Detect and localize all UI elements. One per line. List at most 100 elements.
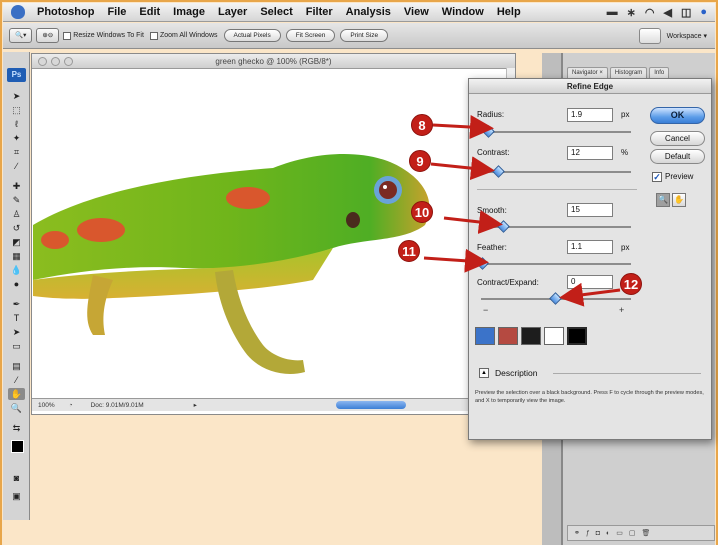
status-menu-icon[interactable]: ◔ — [69, 402, 73, 409]
mask-mode-icon[interactable] — [567, 327, 587, 345]
document-title-bar[interactable]: green ghecko @ 100% (RGB/8*) — [32, 54, 515, 69]
contrast-slider-thumb[interactable] — [492, 165, 505, 178]
eyedropper-tool-icon[interactable]: ∕ — [8, 160, 25, 172]
clone-stamp-tool-icon[interactable]: ♙ — [8, 208, 25, 220]
photoshop-logo: Ps — [7, 68, 26, 82]
contract-expand-slider-thumb[interactable] — [549, 292, 562, 305]
actual-pixels-button[interactable]: Actual Pixels — [223, 29, 281, 42]
workspace-menu[interactable]: Workspace ▾ — [667, 32, 707, 40]
brush-tool-icon[interactable]: ✎ — [8, 194, 25, 206]
screen-mode-icon[interactable]: ▣ — [8, 490, 25, 502]
menu-file[interactable]: File — [107, 6, 126, 18]
contrast-input[interactable]: 12 — [567, 146, 613, 160]
spotlight-icon[interactable]: ● — [700, 6, 707, 19]
menu-select[interactable]: Select — [260, 6, 292, 18]
hand-tool-icon[interactable]: ✋ — [8, 388, 25, 400]
resize-windows-checkbox[interactable] — [63, 31, 72, 40]
pen-tool-icon[interactable]: ✒ — [8, 298, 25, 310]
crop-tool-icon[interactable]: ⌗ — [8, 146, 25, 158]
foreground-color-swatch[interactable] — [11, 440, 24, 453]
ok-button[interactable]: OK — [650, 107, 705, 124]
radius-slider-track[interactable] — [481, 131, 631, 133]
radius-input[interactable]: 1.9 — [567, 108, 613, 122]
contrast-label: Contrast: — [477, 148, 510, 157]
zoom-tool-icon[interactable]: 🔍▾ — [9, 28, 33, 43]
adjustment-layer-icon[interactable]: ◐ — [606, 530, 610, 537]
on-black-mode-icon[interactable] — [521, 327, 541, 345]
cancel-button[interactable]: Cancel — [650, 131, 705, 146]
menu-edit[interactable]: Edit — [139, 6, 160, 18]
preview-checkbox[interactable]: ✓ — [652, 172, 662, 182]
lasso-tool-icon[interactable]: ℓ — [8, 118, 25, 130]
eraser-tool-icon[interactable]: ◩ — [8, 236, 25, 248]
radius-slider-thumb[interactable] — [481, 125, 495, 138]
zoom-window-button[interactable] — [64, 57, 73, 66]
magic-wand-tool-icon[interactable]: ✦ — [8, 132, 25, 144]
menu-image[interactable]: Image — [173, 6, 205, 18]
apple-icon[interactable] — [11, 5, 25, 19]
description-text: Preview the selection over a black backg… — [475, 390, 704, 404]
quick-mask-mode-icon[interactable] — [498, 327, 518, 345]
menu-help[interactable]: Help — [497, 6, 521, 18]
status-arrow-icon[interactable]: ▸ — [194, 401, 197, 409]
shape-tool-icon[interactable]: ▭ — [8, 340, 25, 352]
zoom-in-out-icon[interactable]: ⊕⊖ — [36, 28, 60, 43]
menu-filter[interactable]: Filter — [306, 6, 333, 18]
print-size-button[interactable]: Print Size — [340, 29, 389, 42]
preview-label: Preview — [665, 172, 694, 181]
callout-10: 10 — [411, 201, 433, 223]
standard-mode-icon[interactable] — [475, 327, 495, 345]
callout-9: 9 — [409, 150, 431, 172]
eyedropper2-tool-icon[interactable]: ⁄ — [8, 374, 25, 386]
new-layer-icon[interactable]: ▢ — [629, 529, 636, 537]
zoom-level[interactable]: 100% — [38, 402, 55, 409]
link-layers-icon[interactable]: ⚭ — [574, 529, 580, 537]
volume-icon[interactable]: ◀ — [663, 6, 671, 19]
menu-view[interactable]: View — [404, 6, 429, 18]
menu-analysis[interactable]: Analysis — [346, 6, 391, 18]
zoom-preview-icon[interactable]: 🔍 — [656, 193, 670, 207]
fit-screen-button[interactable]: Fit Screen — [285, 29, 336, 42]
add-mask-icon[interactable]: ◘ — [596, 530, 600, 537]
blur-tool-icon[interactable]: 💧 — [8, 264, 25, 276]
description-toggle-icon[interactable]: ▲ — [479, 368, 489, 378]
feather-slider-track[interactable] — [481, 263, 631, 265]
hand-preview-icon[interactable]: ✋ — [672, 193, 686, 207]
on-white-mode-icon[interactable] — [544, 327, 564, 345]
contract-expand-input[interactable]: 0 — [567, 275, 613, 289]
horizontal-scroll-thumb[interactable] — [336, 401, 406, 409]
default-button[interactable]: Default — [650, 149, 705, 164]
delete-layer-icon[interactable]: 🗑 — [642, 529, 651, 537]
document-title: green ghecko @ 100% (RGB/8*) — [215, 57, 332, 66]
feather-slider-thumb[interactable] — [475, 257, 489, 270]
bluetooth-icon[interactable]: ∗ — [627, 6, 636, 19]
type-tool-icon[interactable]: T — [8, 312, 25, 324]
dodge-tool-icon[interactable]: ● — [8, 278, 25, 290]
quick-mask-icon[interactable]: ◙ — [8, 472, 25, 484]
history-brush-tool-icon[interactable]: ↺ — [8, 222, 25, 234]
new-group-icon[interactable]: ▭ — [616, 529, 623, 537]
smooth-slider-thumb[interactable] — [496, 220, 510, 233]
menu-layer[interactable]: Layer — [218, 6, 247, 18]
feather-input[interactable]: 1.1 — [567, 240, 613, 254]
move-tool-icon[interactable]: ➤ — [8, 90, 25, 102]
smooth-input[interactable]: 15 — [567, 203, 613, 217]
battery-icon[interactable]: ▬ — [607, 6, 618, 19]
zoom-tool-panel-icon[interactable]: 🔍 — [8, 402, 25, 414]
healing-tool-icon[interactable]: ✚ — [8, 180, 25, 192]
marquee-tool-icon[interactable]: ⬚ — [8, 104, 25, 116]
layer-style-icon[interactable]: ƒ — [586, 530, 590, 537]
gradient-tool-icon[interactable]: ▦ — [8, 250, 25, 262]
wifi-icon[interactable]: ◠ — [645, 6, 655, 19]
zoom-all-checkbox[interactable] — [149, 31, 158, 40]
display-icon[interactable]: ◫ — [681, 6, 691, 19]
path-selection-tool-icon[interactable]: ➤ — [8, 326, 25, 338]
dialog-title: Refine Edge — [469, 79, 711, 94]
minimize-window-button[interactable] — [51, 57, 60, 66]
panel-toggle-icon[interactable] — [638, 27, 661, 44]
menu-window[interactable]: Window — [442, 6, 484, 18]
notes-tool-icon[interactable]: ▤ — [8, 360, 25, 372]
swap-colors-icon[interactable]: ⇆ — [8, 422, 25, 434]
close-window-button[interactable] — [38, 57, 47, 66]
menu-app[interactable]: Photoshop — [37, 6, 94, 18]
